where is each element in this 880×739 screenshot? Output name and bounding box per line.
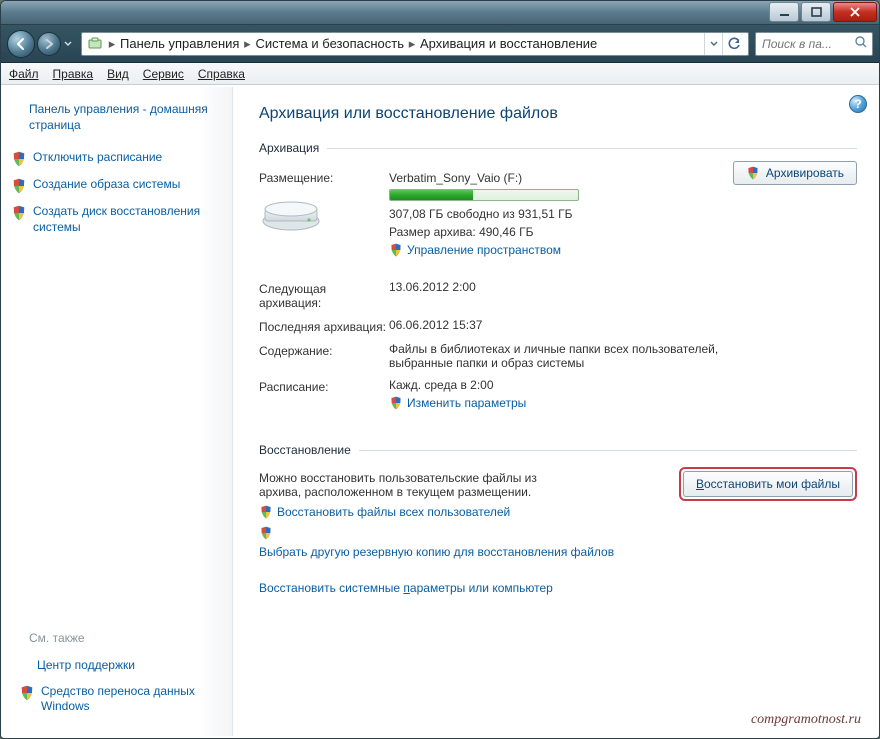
restore-all-users-link[interactable]: Восстановить файлы всех пользователей xyxy=(259,505,510,519)
back-button[interactable] xyxy=(7,30,35,58)
watermark: compgramotnost.ru xyxy=(751,712,861,728)
help-icon[interactable]: ? xyxy=(849,95,867,113)
control-panel-icon xyxy=(86,35,104,53)
titlebar xyxy=(1,1,879,25)
section-backup-header: Архивация xyxy=(259,141,857,155)
backup-now-label: Архивировать xyxy=(766,166,844,180)
breadcrumb-sep[interactable]: ▸ xyxy=(406,36,418,52)
backup-now-button[interactable]: Архивировать xyxy=(733,161,857,185)
window: ▸ Панель управления ▸ Система и безопасн… xyxy=(0,0,880,739)
location-label: Размещение: xyxy=(259,169,389,185)
sidebar-item-label: Центр поддержки xyxy=(37,658,214,674)
choose-other-backup-link[interactable]: Выбрать другую резервную копию для восст… xyxy=(259,545,614,559)
restore-all-users-label: Восстановить файлы всех пользователей xyxy=(277,505,510,519)
shield-icon xyxy=(389,243,403,257)
divider xyxy=(359,450,857,451)
minimize-button[interactable] xyxy=(769,2,799,22)
breadcrumb-control-panel[interactable]: Панель управления xyxy=(118,36,241,51)
menu-tools[interactable]: Сервис xyxy=(143,67,184,81)
disk-usage-bar xyxy=(389,189,579,201)
next-backup-value: 13.06.2012 2:00 xyxy=(389,280,729,294)
maximize-button[interactable] xyxy=(801,2,831,22)
sidebar-disable-schedule[interactable]: Отключить расписание xyxy=(3,145,232,172)
breadcrumb-sep[interactable]: ▸ xyxy=(106,36,118,52)
divider xyxy=(327,148,857,149)
menu-help[interactable]: Справка xyxy=(198,67,245,81)
sidebar-create-image[interactable]: Создание образа системы xyxy=(3,172,232,199)
menu-file[interactable]: Файл xyxy=(9,67,39,81)
drive-icon xyxy=(259,195,323,233)
search-icon xyxy=(854,35,868,52)
body: Панель управления - домашняя страница От… xyxy=(3,87,877,736)
search-box[interactable] xyxy=(755,32,873,56)
sidebar-item-label: Создать диск восстановления системы xyxy=(33,204,222,235)
location-name: Verbatim_Sony_Vaio (F:) xyxy=(389,171,729,185)
restore-desc: Можно восстановить пользовательские файл… xyxy=(259,471,579,499)
breadcrumb-backup-restore[interactable]: Архивация и восстановление xyxy=(418,36,599,51)
refresh-button[interactable] xyxy=(722,33,744,55)
sidebar-home-link[interactable]: Панель управления - домашняя страница xyxy=(3,97,232,145)
sidebar-item-label: Создание образа системы xyxy=(33,177,222,193)
change-settings-label: Изменить параметры xyxy=(407,396,526,410)
sidebar-item-label: Средство переноса данных Windows xyxy=(41,684,214,715)
shield-icon xyxy=(11,151,27,167)
free-space-text: 307,08 ГБ свободно из 931,51 ГБ xyxy=(389,207,729,221)
shield-icon xyxy=(19,685,35,701)
sidebar-wet[interactable]: Средство переноса данных Windows xyxy=(11,679,224,720)
schedule-value: Кажд. среда в 2:00 Изменить параметры xyxy=(389,378,729,413)
forward-button[interactable] xyxy=(37,32,61,56)
main-content: ? Архивация или восстановление файлов Ар… xyxy=(233,87,877,736)
shield-icon xyxy=(11,178,27,194)
sidebar-see-also: См. также xyxy=(11,629,224,653)
sidebar-create-repair-disc[interactable]: Создать диск восстановления системы xyxy=(3,199,232,240)
page-title: Архивация или восстановление файлов xyxy=(259,105,857,123)
sidebar-item-label: Отключить расписание xyxy=(33,150,222,166)
shield-icon xyxy=(389,396,403,410)
menubar: Файл Правка Вид Сервис Справка xyxy=(1,63,879,85)
archive-size-text: Размер архива: 490,46 ГБ xyxy=(389,225,729,239)
manage-space-link[interactable]: Управление пространством xyxy=(389,243,561,257)
shield-icon xyxy=(11,205,27,221)
content-label: Содержание: xyxy=(259,342,389,358)
sidebar: Панель управления - домашняя страница От… xyxy=(3,87,233,736)
nav-history-dropdown[interactable] xyxy=(61,33,75,55)
breadcrumb-sep[interactable]: ▸ xyxy=(241,36,253,52)
schedule-text: Кажд. среда в 2:00 xyxy=(389,378,729,392)
schedule-label: Расписание: xyxy=(259,378,389,394)
restore-system-link[interactable]: Восстановить системные параметры или ком… xyxy=(259,581,553,595)
address-dropdown[interactable] xyxy=(704,33,722,55)
menu-edit[interactable]: Правка xyxy=(53,67,94,81)
menu-view[interactable]: Вид xyxy=(107,67,129,81)
close-button[interactable] xyxy=(833,2,877,22)
sidebar-action-center[interactable]: Центр поддержки xyxy=(11,653,224,679)
last-backup-label: Последняя архивация: xyxy=(259,318,389,334)
shield-icon xyxy=(746,166,760,180)
next-backup-label: Следующая архивация: xyxy=(259,280,389,310)
search-input[interactable] xyxy=(760,36,840,52)
restore-highlight: Восстановить мои файлы xyxy=(679,467,857,501)
last-backup-value: 06.06.2012 15:37 xyxy=(389,318,729,332)
content-value: Файлы в библиотеках и личные папки всех … xyxy=(389,342,729,370)
breadcrumb-system-security[interactable]: Система и безопасность xyxy=(253,36,406,51)
restore-my-files-label: Восстановить мои файлы xyxy=(696,477,840,491)
location-value: Verbatim_Sony_Vaio (F:) 307,08 ГБ свобод… xyxy=(389,169,729,262)
section-restore-header: Восстановление xyxy=(259,443,857,457)
navbar: ▸ Панель управления ▸ Система и безопасн… xyxy=(1,25,879,63)
section-backup-label: Архивация xyxy=(259,141,319,155)
manage-space-label: Управление пространством xyxy=(407,243,561,257)
restore-my-files-button[interactable]: Восстановить мои файлы xyxy=(683,471,853,497)
address-bar[interactable]: ▸ Панель управления ▸ Система и безопасн… xyxy=(81,32,749,56)
shield-icon xyxy=(259,505,273,519)
change-settings-link[interactable]: Изменить параметры xyxy=(389,396,526,410)
section-restore-label: Восстановление xyxy=(259,443,351,457)
shield-icon xyxy=(259,526,273,540)
